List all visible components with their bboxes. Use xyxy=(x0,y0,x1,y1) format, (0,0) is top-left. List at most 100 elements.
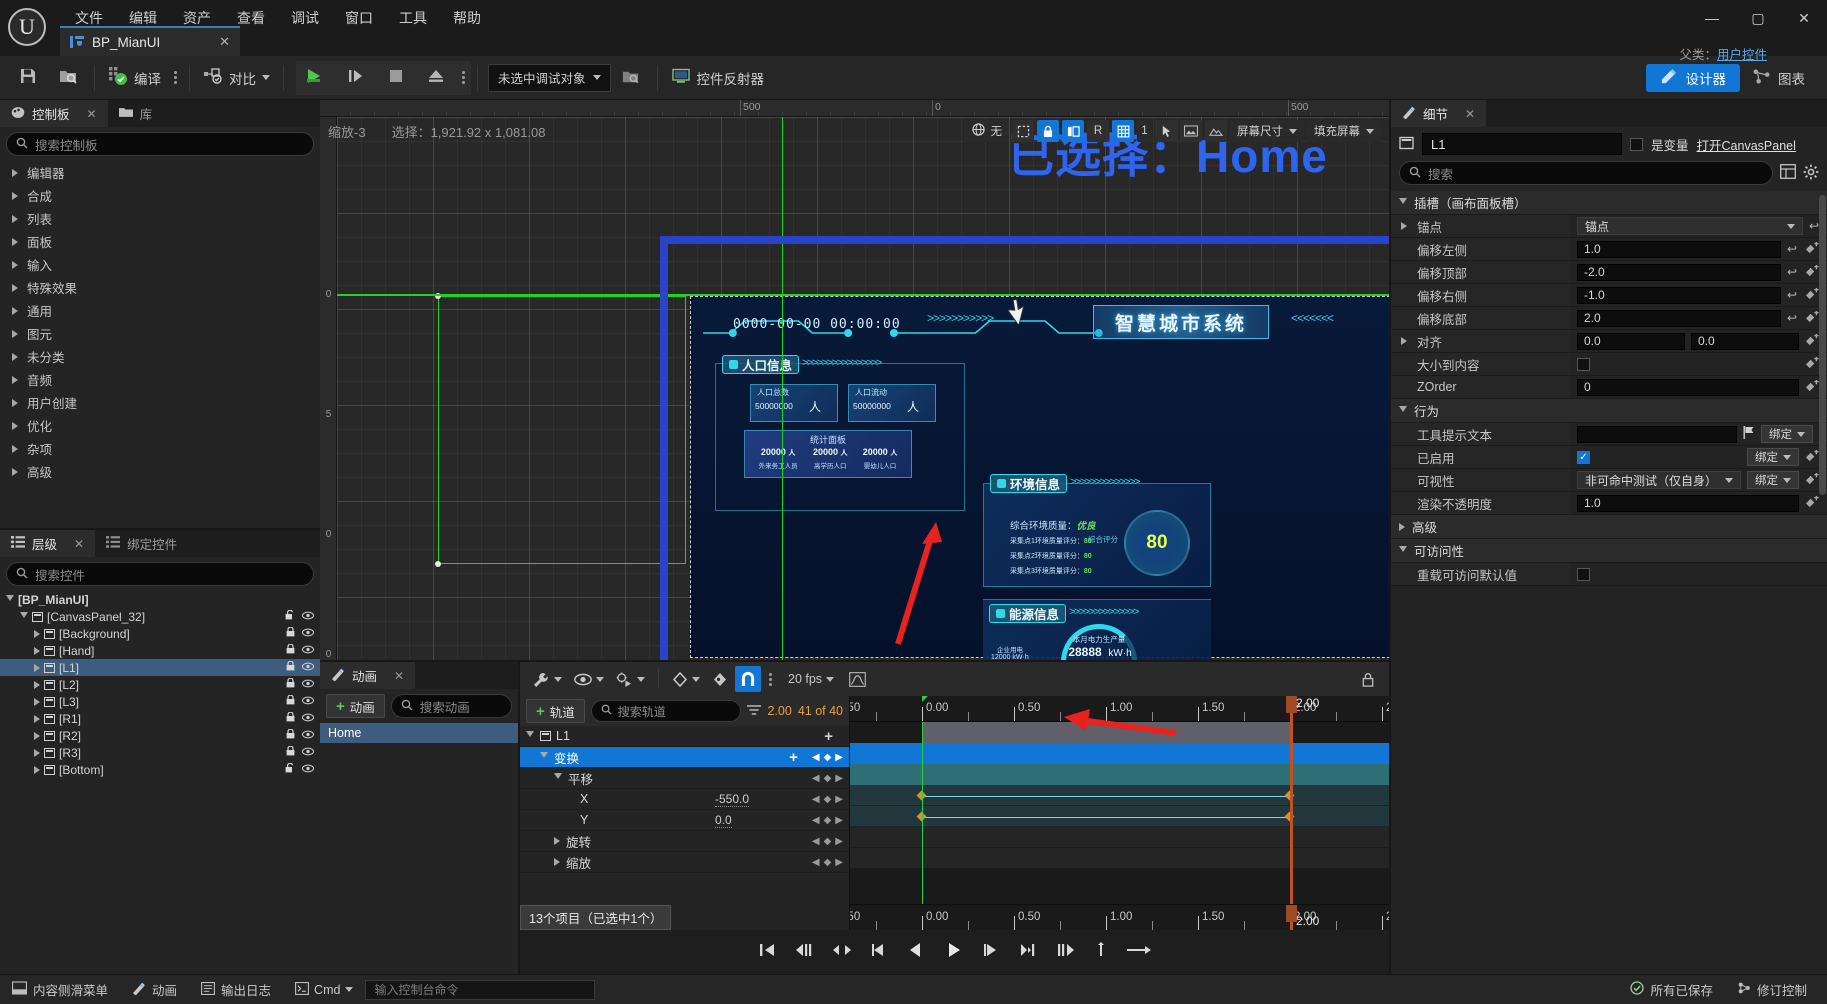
palette-category-8[interactable]: 未分类 xyxy=(0,345,320,368)
lock-open-icon[interactable] xyxy=(285,609,295,623)
bind-dropdown-button[interactable]: 绑定 xyxy=(1747,448,1799,466)
next-key-icon[interactable]: ▶ xyxy=(835,794,843,805)
lock-closed-icon[interactable] xyxy=(286,745,295,759)
add-track-button[interactable]: + 轨道 xyxy=(526,699,585,723)
transform-track-row[interactable] xyxy=(850,743,1389,764)
details-value-input[interactable]: 2.0 xyxy=(1577,309,1781,327)
track-search-input[interactable]: 搜索轨道 xyxy=(590,700,742,722)
key-interpolation-button[interactable] xyxy=(667,666,705,692)
details-section-header[interactable]: 可访问性 xyxy=(1391,539,1827,563)
lock-closed-icon[interactable] xyxy=(286,728,295,742)
chevron-right-icon[interactable] xyxy=(34,714,40,723)
close-icon[interactable]: ✕ xyxy=(1465,107,1475,121)
track-value[interactable]: -550.0 xyxy=(715,792,750,807)
output-log-button[interactable]: 输出日志 xyxy=(189,975,283,1004)
palette-category-5[interactable]: 特殊效果 xyxy=(0,276,320,299)
lock-closed-icon[interactable] xyxy=(286,626,295,640)
transport-next-key[interactable] xyxy=(1014,940,1042,964)
lock-closed-icon[interactable] xyxy=(286,677,295,691)
details-search-input[interactable]: 搜索 xyxy=(1399,161,1773,185)
details-value-input[interactable]: -1.0 xyxy=(1577,286,1781,304)
next-key-icon[interactable]: ▶ xyxy=(835,857,843,868)
transport-next-frame[interactable] xyxy=(978,940,1004,964)
chevron-right-icon[interactable] xyxy=(12,375,18,384)
prev-key-icon[interactable]: ◀ xyxy=(812,836,820,847)
chevron-down-icon[interactable] xyxy=(6,594,14,605)
palette-category-10[interactable]: 用户创建 xyxy=(0,391,320,414)
lock-closed-icon[interactable] xyxy=(286,694,295,708)
hierarchy-item-r3[interactable]: [R3] xyxy=(0,744,320,761)
eject-button[interactable] xyxy=(416,58,456,98)
eye-icon[interactable] xyxy=(301,611,315,623)
details-section-header[interactable]: 高级 xyxy=(1391,515,1827,539)
lock-toggle[interactable] xyxy=(1037,120,1059,142)
animation-search-input[interactable]: 搜索动画 xyxy=(390,694,512,718)
transport-reverse[interactable] xyxy=(902,939,930,965)
palette-category-4[interactable]: 输入 xyxy=(0,253,320,276)
sequencer-time-value[interactable]: 2.00 xyxy=(767,704,791,718)
content-drawer-button[interactable]: 内容侧滑菜单 xyxy=(0,975,120,1004)
details-select[interactable]: 非可命中测试（仅自身） xyxy=(1577,471,1741,489)
add-keyframe-icon[interactable]: ◆ xyxy=(824,815,832,826)
lock-closed-icon[interactable] xyxy=(286,711,295,725)
hierarchy-item-bottom[interactable]: [Bottom] xyxy=(0,761,320,778)
bind-keyframe-icon[interactable] xyxy=(1805,356,1819,372)
transport-prev-key[interactable] xyxy=(790,940,818,964)
chevron-right-icon[interactable] xyxy=(12,168,18,177)
sequencer-actions-button[interactable] xyxy=(611,666,650,692)
sequencer-track-Y[interactable]: Y 0.0 ◀ ◆ ▶ xyxy=(520,810,849,831)
widget-preview[interactable]: 0000-00-00 00:00:00 >>>>>>>>>>> <<<<<<< … xyxy=(690,296,1389,660)
sequencer-track-平移[interactable]: 平移 ◀ ◆ ▶ xyxy=(520,768,849,789)
eye-icon[interactable] xyxy=(301,764,315,776)
bind-keyframe-icon[interactable] xyxy=(1805,449,1819,465)
bind-keyframe-icon[interactable] xyxy=(1805,379,1819,395)
tab-palette[interactable]: 控制板 ✕ xyxy=(0,100,108,127)
revert-icon[interactable]: ↩ xyxy=(1787,265,1797,279)
chevron-right-icon[interactable] xyxy=(34,697,40,706)
diff-button[interactable]: 对比 xyxy=(196,58,277,98)
track-value[interactable]: 0.0 xyxy=(715,813,732,828)
menu-item-help[interactable]: 帮助 xyxy=(440,4,494,32)
palette-search-input[interactable]: 搜索控制板 xyxy=(6,132,314,156)
close-icon[interactable]: ✕ xyxy=(87,107,97,121)
stop-button[interactable] xyxy=(376,58,416,98)
palette-category-11[interactable]: 优化 xyxy=(0,414,320,437)
details-checkbox[interactable] xyxy=(1577,567,1590,581)
close-icon[interactable]: ✕ xyxy=(394,669,404,683)
image-tool-button[interactable] xyxy=(1180,120,1202,142)
hierarchy-item-r1[interactable]: [R1] xyxy=(0,710,320,727)
add-keyframe-icon[interactable]: ◆ xyxy=(824,836,832,847)
filter-icon[interactable] xyxy=(747,704,762,719)
fps-select[interactable]: 20 fps xyxy=(780,666,842,692)
chevron-right-icon[interactable] xyxy=(12,352,18,361)
close-icon[interactable]: ✕ xyxy=(74,537,84,551)
details-section-header[interactable]: 行为 xyxy=(1391,399,1827,423)
details-scrollbar[interactable] xyxy=(1819,195,1826,495)
bind-keyframe-icon[interactable] xyxy=(1805,287,1819,303)
widget-reflector-button[interactable]: 控件反射器 xyxy=(664,58,772,98)
designer-viewport[interactable]: 50005001000 0500 xyxy=(320,100,1389,660)
sequencer-settings-button[interactable] xyxy=(528,666,567,692)
timeline-ruler-top[interactable]: -0.500.000.501.001.502.002.503.003.504.0… xyxy=(850,696,1389,722)
widget-name-input[interactable]: L1 xyxy=(1422,133,1622,155)
chevron-down-icon[interactable] xyxy=(554,773,562,783)
add-keyframe-icon[interactable]: ◆ xyxy=(824,752,832,763)
hierarchy-item-r2[interactable]: [R2] xyxy=(0,727,320,744)
palette-category-9[interactable]: 音频 xyxy=(0,368,320,391)
tab-bound-widgets[interactable]: 绑定控件 xyxy=(95,530,189,557)
fill-toggle[interactable] xyxy=(1062,120,1084,142)
details-value-input[interactable]: 1.0 xyxy=(1577,240,1781,258)
screen-size-select[interactable]: 屏幕尺寸 xyxy=(1230,120,1304,142)
playhead-marker[interactable] xyxy=(1286,905,1297,930)
save-button[interactable] xyxy=(8,58,48,98)
eye-icon[interactable] xyxy=(301,713,315,725)
chevron-right-icon[interactable] xyxy=(12,260,18,269)
translation-track-row[interactable] xyxy=(850,764,1389,785)
sequencer-track-缩放[interactable]: 缩放 ◀ ◆ ▶ xyxy=(520,852,849,873)
eye-icon[interactable] xyxy=(301,662,315,674)
open-canvas-panel-link[interactable]: 打开CanvasPanel xyxy=(1697,135,1796,154)
play-button[interactable] xyxy=(296,58,336,98)
chevron-right-icon[interactable] xyxy=(12,306,18,315)
transport-playback-range[interactable] xyxy=(1090,940,1112,964)
chevron-down-icon[interactable] xyxy=(1399,197,1407,208)
